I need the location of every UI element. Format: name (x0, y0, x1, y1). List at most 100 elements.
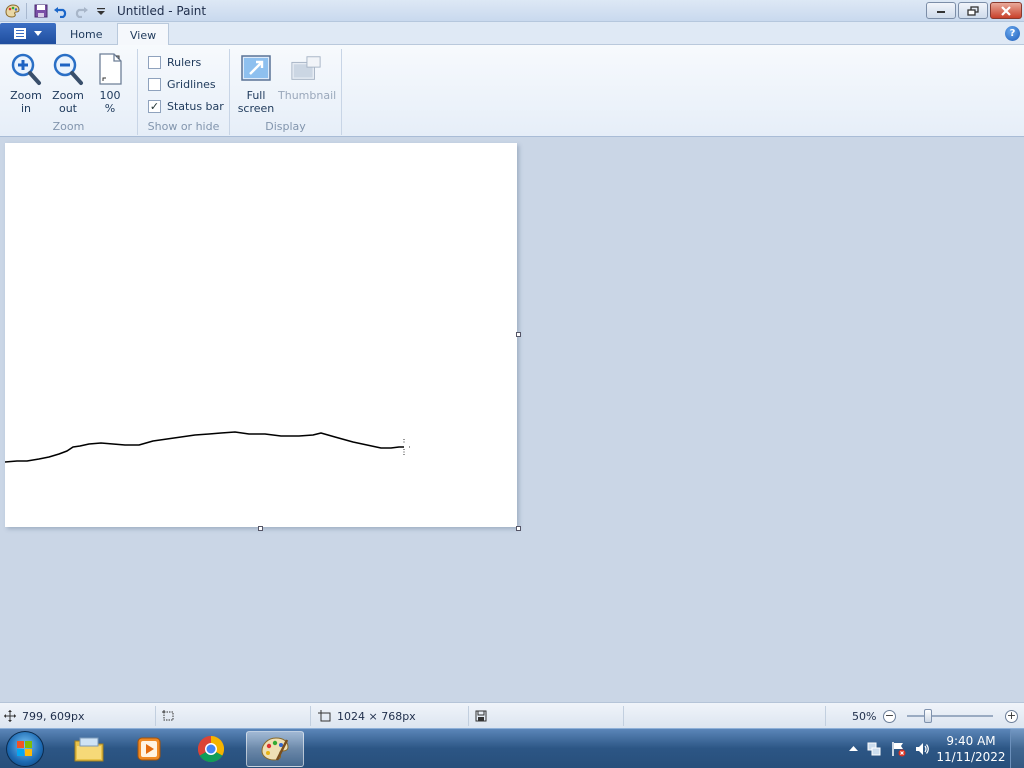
quick-access-toolbar (0, 0, 111, 22)
cursor-position-text: 799, 609px (22, 709, 85, 723)
zoom-out-button[interactable]: Zoom out (48, 51, 88, 115)
zoom-in-button[interactable]: Zoom in (6, 51, 46, 115)
rulers-checkbox-row[interactable]: Rulers (148, 54, 201, 70)
show-desktop-button[interactable] (1010, 729, 1024, 768)
full-screen-label: Full (246, 89, 266, 102)
cursor-position: 799, 609px (4, 703, 84, 729)
full-screen-label-2: screen (237, 102, 275, 115)
canvas-drawing (4, 431, 411, 463)
image-size-icon (318, 710, 331, 722)
status-divider (155, 706, 156, 726)
redo-icon[interactable] (71, 1, 91, 21)
taskbar-chrome[interactable] (182, 731, 240, 767)
file-menu-icon (14, 28, 26, 39)
tab-view[interactable]: View (117, 23, 170, 46)
full-screen-button[interactable]: Full screen (236, 51, 276, 115)
help-icon[interactable]: ? (1005, 26, 1020, 41)
restore-button[interactable] (958, 2, 988, 19)
taskbar: 9:40 AM 11/11/2022 (0, 728, 1024, 768)
zoom-in-small-button[interactable]: + (1005, 710, 1018, 723)
customize-qat-chevron-icon[interactable] (91, 1, 111, 21)
tab-home[interactable]: Home (58, 23, 114, 45)
show-hide-group: Rulers Gridlines ✓ Status bar Show or hi… (138, 49, 230, 135)
taskbar-media-player[interactable] (120, 731, 178, 767)
zoom-group-label: Zoom (52, 120, 85, 133)
status-bar-label: Status bar (167, 99, 224, 113)
selection-size (162, 703, 175, 729)
title-bar: Untitled - Paint (0, 0, 1024, 22)
status-bar-checkbox-row[interactable]: ✓ Status bar (148, 98, 224, 114)
undo-icon[interactable] (51, 1, 71, 21)
window-controls (924, 2, 1022, 19)
zoom-slider-thumb[interactable] (924, 709, 932, 723)
start-button[interactable] (6, 731, 44, 767)
zoom-out-icon (52, 51, 84, 87)
minimize-button[interactable] (926, 2, 956, 19)
status-divider (468, 706, 469, 726)
zoom-in-icon (10, 51, 42, 87)
zoom-100-label-2: % (104, 102, 116, 115)
canvas-resize-handle-bottom[interactable] (258, 526, 263, 531)
zoom-out-small-button[interactable]: − (883, 710, 896, 723)
taskbar-explorer[interactable] (60, 731, 118, 767)
network-icon[interactable] (866, 741, 882, 757)
file-menu-button[interactable] (0, 23, 56, 44)
paint-app-icon[interactable] (2, 1, 22, 21)
thumbnail-icon (290, 51, 322, 87)
gridlines-checkbox-row[interactable]: Gridlines (148, 76, 216, 92)
full-screen-icon (240, 51, 272, 87)
zoom-100-label: 100 (99, 89, 121, 102)
paint-palette-icon (261, 737, 289, 761)
status-divider (623, 706, 624, 726)
rulers-checkbox[interactable] (148, 55, 161, 69)
gridlines-label: Gridlines (167, 77, 216, 91)
zoom-out-label: Zoom (52, 89, 84, 102)
zoom-100-button[interactable]: 100 % (90, 51, 130, 115)
media-player-icon (137, 737, 161, 761)
chevron-down-icon (34, 31, 42, 36)
canvas-workspace[interactable] (0, 138, 1024, 702)
zoom-out-label-2: out (58, 102, 77, 115)
page-100-icon (94, 51, 126, 87)
action-center-flag-icon[interactable] (890, 741, 906, 757)
folder-icon (74, 737, 104, 762)
image-size-text: 1024 × 768px (337, 709, 416, 723)
move-cursor-icon (4, 710, 16, 722)
zoom-group: Zoom in Zoom out 100 % Zoom (0, 49, 138, 135)
canvas-resize-handle-corner[interactable] (516, 526, 521, 531)
ribbon-tab-row: Home View ? (0, 22, 1024, 46)
status-bar-checkbox[interactable]: ✓ (148, 99, 161, 113)
file-size (475, 703, 487, 729)
gridlines-checkbox[interactable] (148, 77, 161, 91)
zoom-level: 50% (852, 709, 877, 723)
qat-separator (26, 2, 27, 19)
disk-icon (475, 710, 487, 722)
show-hide-group-label: Show or hide (147, 120, 220, 133)
volume-icon[interactable] (914, 741, 930, 757)
ribbon-view-panel: Zoom in Zoom out 100 % Zoom Rulers Gridl… (0, 45, 1024, 137)
canvas-resize-handle-right[interactable] (516, 332, 521, 337)
window-title: Untitled - Paint (117, 3, 207, 18)
windows-logo-icon (17, 741, 32, 756)
status-bar: 799, 609px 1024 × 768px 50% − + (0, 702, 1024, 728)
chrome-icon (197, 735, 225, 763)
image-size: 1024 × 768px (318, 703, 416, 729)
show-hidden-icons-chevron-icon[interactable] (849, 745, 858, 752)
clock[interactable]: 9:40 AM 11/11/2022 (936, 733, 1006, 765)
taskbar-paint[interactable] (246, 731, 304, 767)
thumbnail-label: Thumbnail (278, 89, 337, 102)
close-button[interactable] (990, 2, 1022, 19)
clock-date: 11/11/2022 (936, 750, 1006, 764)
thumbnail-button[interactable]: Thumbnail (278, 51, 337, 102)
zoom-in-label-2: in (20, 102, 32, 115)
clock-time: 9:40 AM (946, 734, 996, 748)
status-divider (310, 706, 311, 726)
save-icon[interactable] (31, 1, 51, 21)
zoom-in-label: Zoom (10, 89, 42, 102)
display-group: Full screen Thumbnail Display (230, 49, 342, 135)
rulers-label: Rulers (167, 55, 202, 69)
zoom-slider-track[interactable] (907, 715, 993, 717)
display-group-label: Display (265, 120, 306, 133)
status-divider (825, 706, 826, 726)
drawing-canvas[interactable] (4, 143, 517, 527)
